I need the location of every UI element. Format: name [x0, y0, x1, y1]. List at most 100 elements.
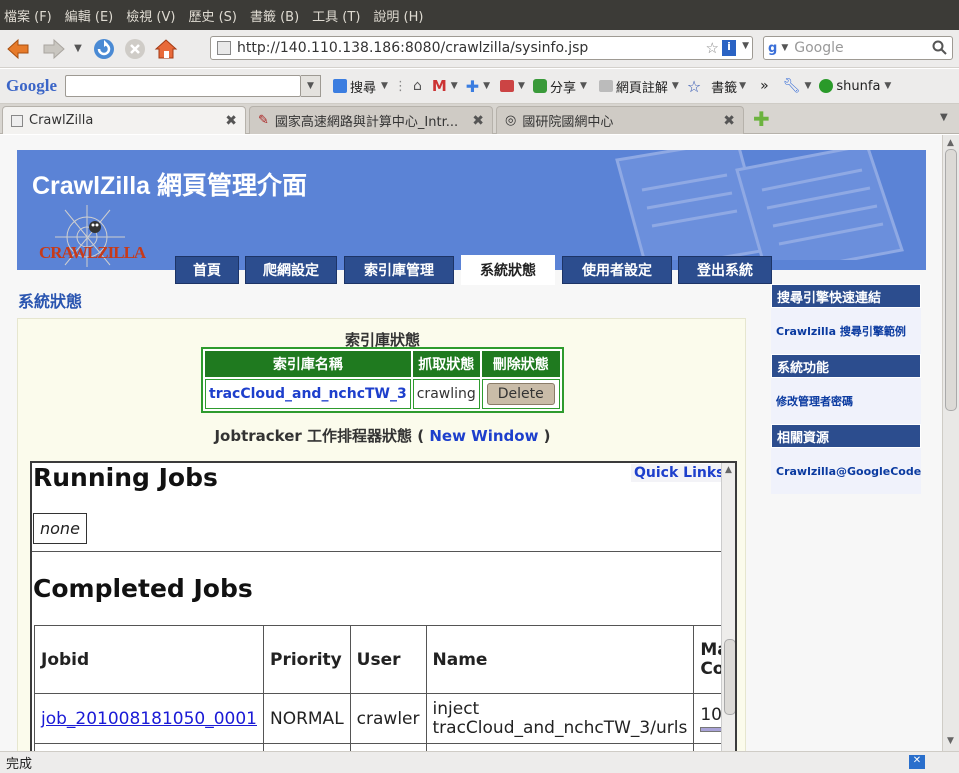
column-header: Name: [425, 625, 695, 694]
scroll-up-icon[interactable]: ▲: [725, 465, 732, 475]
bookmark-star-icon[interactable]: ☆: [706, 39, 719, 57]
globe-favicon-icon: ◎: [505, 113, 517, 128]
library-icon[interactable]: ⌂: [413, 78, 422, 94]
search-dropdown-icon[interactable]: ▼: [381, 81, 388, 91]
sidebar: 搜尋引擎快速連結 Crawlzilla 搜尋引擎範例 系統功能 修改管理者密碼 …: [771, 284, 921, 494]
jobid-link[interactable]: job_201008181050_0001: [41, 709, 257, 729]
google-search-input[interactable]: [65, 75, 301, 97]
wrench-dropdown-icon[interactable]: ▼: [804, 81, 811, 91]
tab-label: CrawlZilla: [29, 113, 94, 128]
plus-icon[interactable]: ✚: [466, 77, 479, 96]
nav-logout[interactable]: 登出系統: [678, 256, 772, 284]
feather-favicon-icon: ✎: [258, 113, 269, 128]
share-dropdown-icon[interactable]: ▼: [580, 81, 587, 91]
close-tab-icon[interactable]: ✖: [472, 113, 484, 129]
share-label[interactable]: 分享: [550, 77, 576, 96]
forward-button[interactable]: [41, 36, 67, 62]
column-header: 索引庫名稱: [205, 351, 411, 377]
tab-label: 國家高速網路與計算中心_Intr...: [274, 115, 459, 130]
new-tab-icon[interactable]: ✚: [753, 107, 770, 131]
search-engine-example-link[interactable]: Crawlzilla 搜尋引擎範例: [776, 323, 906, 339]
page-title: CrawlZilla 網頁管理介面: [32, 172, 308, 200]
back-button[interactable]: [5, 36, 31, 62]
share-icon[interactable]: [532, 79, 547, 93]
menu-help[interactable]: 說明 (H): [373, 6, 423, 25]
bookmark-tag-dropdown-icon[interactable]: ▼: [518, 81, 525, 91]
addon-icon[interactable]: ✕: [909, 755, 925, 769]
url-dropdown-icon[interactable]: ▼: [742, 41, 749, 51]
annotate-dropdown-icon[interactable]: ▼: [672, 81, 679, 91]
gmail-icon[interactable]: M: [432, 77, 447, 95]
divider: [32, 551, 722, 552]
google-search-label[interactable]: 搜尋: [350, 77, 376, 96]
close-tab-icon[interactable]: ✖: [723, 113, 735, 129]
search-engine-dropdown-icon[interactable]: ▼: [781, 43, 788, 53]
nav-home[interactable]: 首頁: [175, 256, 239, 284]
jobtracker-heading: Jobtracker 工作排程器狀態 ( New Window ): [18, 425, 747, 446]
user-dropdown-icon[interactable]: ▼: [884, 81, 891, 91]
reload-button[interactable]: [91, 36, 117, 62]
frame-scroll-thumb[interactable]: [724, 639, 735, 715]
annotate-label[interactable]: 網頁註解: [616, 77, 668, 96]
annotate-icon[interactable]: [598, 80, 613, 92]
user-name[interactable]: shunfa: [836, 79, 880, 94]
index-name-link[interactable]: tracCloud_and_nchcTW_3: [209, 386, 407, 402]
quick-links-link[interactable]: Quick Links: [631, 464, 728, 482]
column-header: User: [349, 625, 427, 694]
overflow-chevron-icon[interactable]: »: [760, 78, 769, 94]
plus-dropdown-icon[interactable]: ▼: [483, 81, 490, 91]
close-tab-icon[interactable]: ✖: [225, 113, 237, 129]
tab-crawlzilla[interactable]: CrawlZilla ✖: [2, 106, 246, 134]
search-box[interactable]: g ▼ Google: [763, 36, 953, 60]
gmail-dropdown-icon[interactable]: ▼: [451, 81, 458, 91]
page-scroll-down-icon[interactable]: ▼: [947, 736, 954, 746]
new-window-link[interactable]: New Window: [429, 427, 538, 445]
tab-list-dropdown-icon[interactable]: ▼: [940, 112, 948, 123]
crawlzilla-logo[interactable]: CRAWLZILLA: [35, 205, 146, 270]
toolbar-separator-icon: ⋮: [393, 78, 407, 94]
google-logo: Google: [6, 76, 57, 95]
bookmarks-dropdown-icon[interactable]: ▼: [739, 81, 746, 91]
bookmarks-label[interactable]: 書籤: [711, 77, 737, 96]
menu-view[interactable]: 檢視 (V): [126, 6, 175, 25]
nav-user-settings[interactable]: 使用者設定: [562, 256, 672, 284]
star-icon[interactable]: ☆: [687, 77, 701, 96]
change-password-link[interactable]: 修改管理者密碼: [776, 393, 853, 409]
menu-edit[interactable]: 編輯 (E): [65, 6, 114, 25]
nav-crawl-settings[interactable]: 爬網設定: [245, 256, 337, 284]
home-button[interactable]: [153, 36, 179, 62]
menu-tools[interactable]: 工具 (T): [312, 6, 360, 25]
menu-bookmarks[interactable]: 書籤 (B): [250, 6, 299, 25]
page-scrollbar[interactable]: ▲ ▼: [942, 135, 959, 751]
search-placeholder: Google: [794, 40, 844, 56]
jobtracker-frame[interactable]: Quick Links Running Jobs none Completed …: [30, 461, 737, 751]
info-icon[interactable]: i: [722, 40, 736, 56]
google-search-icon[interactable]: [333, 79, 347, 93]
logo-text: CRAWLZILLA: [39, 243, 146, 262]
stop-button[interactable]: [122, 36, 148, 62]
nav-index-management[interactable]: 索引庫管理: [344, 256, 454, 284]
search-icon[interactable]: [932, 40, 948, 60]
job-name-line1: inject: [432, 698, 480, 719]
page-scroll-thumb[interactable]: [945, 149, 957, 411]
jobtracker-label: Jobtracker 工作排程器狀態 (: [214, 427, 425, 445]
tab-nchc-intro[interactable]: ✎ 國家高速網路與計算中心_Intr... ✖: [249, 106, 493, 134]
bookmark-tag-icon[interactable]: [500, 80, 515, 92]
menu-history[interactable]: 歷史 (S): [188, 6, 237, 25]
nav-system-status[interactable]: 系統狀態: [461, 255, 555, 285]
menu-file[interactable]: 檔案 (F): [4, 6, 52, 25]
wrench-icon[interactable]: 🔧︎: [783, 78, 801, 94]
completed-jobs-table: Jobid Priority User Name Map Com job_201…: [34, 625, 735, 751]
frame-scrollbar[interactable]: ▲: [721, 463, 735, 751]
page-scroll-up-icon[interactable]: ▲: [947, 138, 954, 148]
crawl-status: crawling: [412, 379, 480, 409]
tab-nchc[interactable]: ◎ 國研院國網中心 ✖: [496, 106, 744, 134]
googlecode-link[interactable]: Crawlzilla@GoogleCode: [776, 465, 921, 478]
page-identity-icon: [217, 41, 231, 55]
history-dropdown-button[interactable]: ▼: [71, 36, 85, 62]
delete-button[interactable]: Delete: [486, 383, 555, 405]
google-search-dropdown[interactable]: ▼: [301, 75, 321, 97]
home-icon: [154, 38, 178, 58]
main-panel: 索引庫狀態 索引庫名稱 抓取狀態 刪除狀態 tracCloud_and_nchc…: [17, 318, 746, 751]
url-bar[interactable]: http://140.110.138.186:8080/crawlzilla/s…: [210, 36, 753, 60]
